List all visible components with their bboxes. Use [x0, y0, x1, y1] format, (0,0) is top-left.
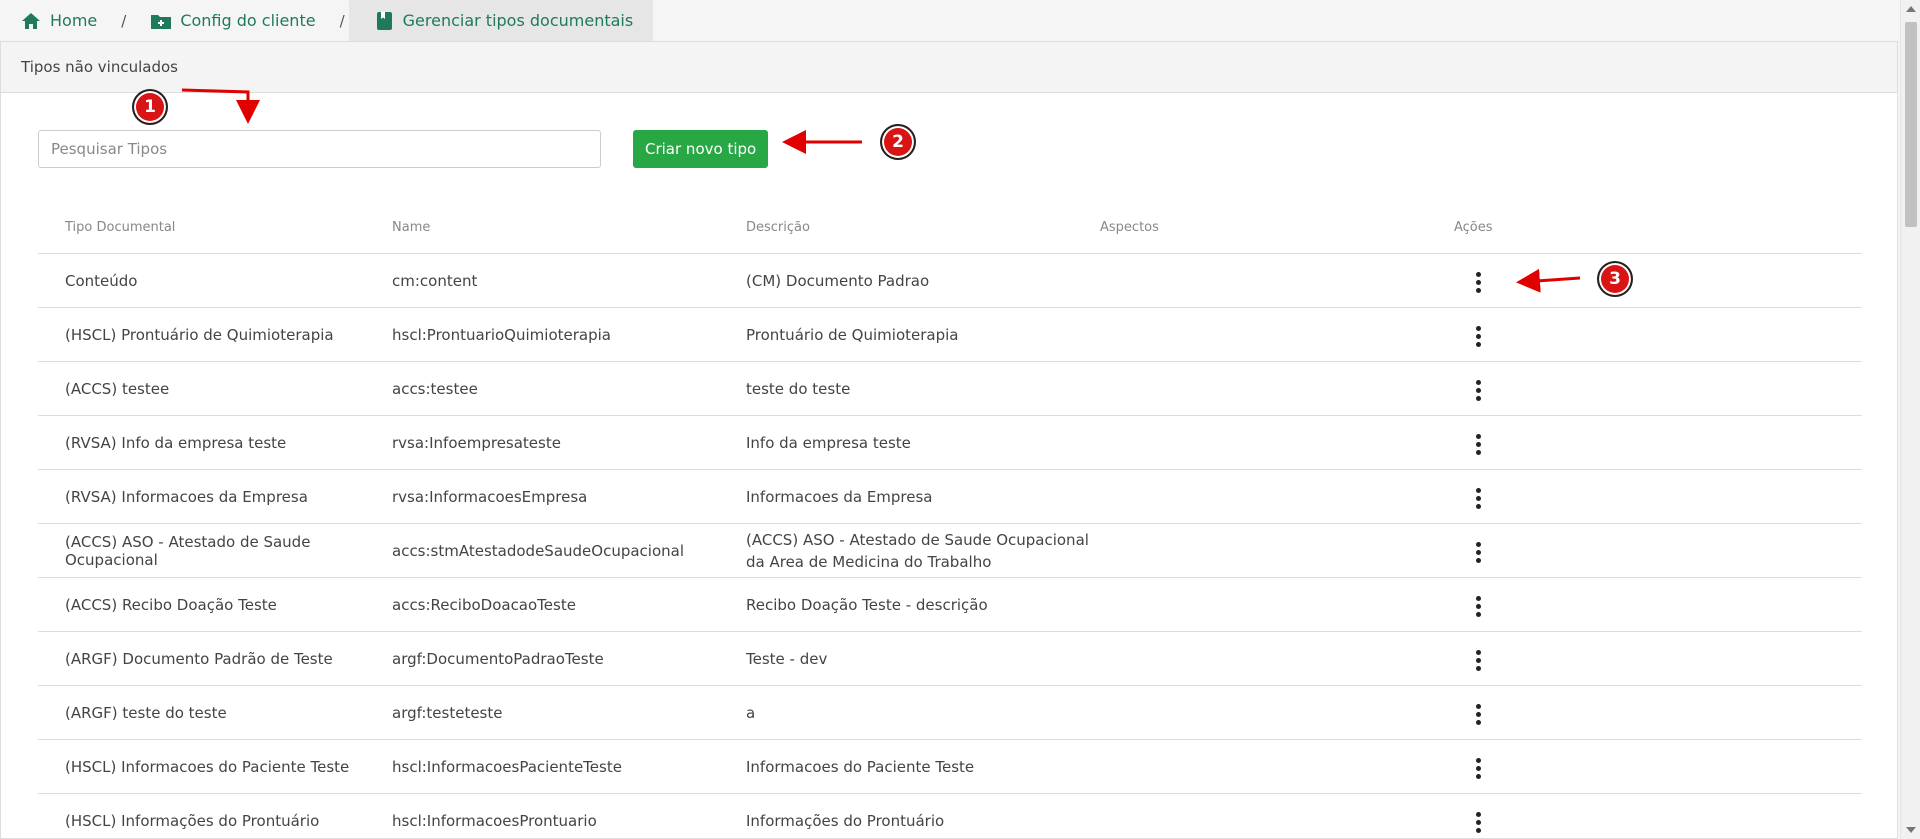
cell-name: argf:testeteste: [392, 703, 503, 722]
cell-descricao: Informações do Prontuário: [746, 811, 945, 830]
table-row: (ACCS) ASO - Atestado de Saude Ocupacion…: [38, 524, 1862, 578]
cell-tipo: Conteúdo: [65, 271, 138, 290]
cell-descricao: a: [746, 703, 756, 722]
unlinked-types-panel: Tipos não vinculados Criar novo tipo Tip…: [0, 41, 1898, 839]
cell-descricao: Info da empresa teste: [746, 433, 911, 452]
more-vertical-icon[interactable]: [1463, 808, 1493, 838]
cell-acoes: [1454, 479, 1614, 514]
header-acoes: Ações: [1454, 220, 1493, 235]
breadcrumb-manage-types-label: Gerenciar tipos documentais: [402, 11, 634, 30]
cell-tipo: (RVSA) Informacoes da Empresa: [65, 487, 308, 506]
page: Home / Config do cliente / Gerenciar tip…: [0, 0, 1920, 839]
types-table: Tipo Documental Name Descrição Aspectos …: [38, 202, 1862, 839]
annotation-badge-3: 3: [1597, 261, 1633, 297]
header-name: Name: [392, 220, 431, 235]
breadcrumb-separator: /: [121, 11, 127, 30]
table-body: Conteúdo cm:content (CM) Documento Padrao (…: [38, 254, 1862, 839]
cell-tipo: (HSCL) Informações do Prontuário: [65, 811, 320, 830]
cell-name: accs:stmAtestadodeSaudeOcupacional: [392, 541, 685, 560]
annotation-badge-2: 2: [880, 124, 916, 160]
cell-descricao: teste do teste: [746, 379, 851, 398]
cell-acoes: [1454, 371, 1614, 406]
cell-acoes: [1454, 803, 1614, 838]
table-row: (RVSA) Informacoes da Empresa rvsa:Inform…: [38, 470, 1862, 524]
breadcrumb-manage-types[interactable]: Gerenciar tipos documentais: [348, 0, 654, 41]
table-row: (ACCS) Recibo Doação Teste accs:ReciboDoa…: [38, 578, 1862, 632]
more-vertical-icon[interactable]: [1463, 484, 1493, 514]
table-row: (HSCL) Prontuário de Quimioterapia hscl:P…: [38, 308, 1862, 362]
table-row: (RVSA) Info da empresa teste rvsa:Infoemp…: [38, 416, 1862, 470]
book-icon: [373, 10, 395, 32]
cell-descricao: Informacoes do Paciente Teste: [746, 757, 975, 776]
cell-descricao: Prontuário de Quimioterapia: [746, 325, 959, 344]
cell-name: accs:ReciboDoacaoTeste: [392, 595, 576, 614]
table-header: Tipo Documental Name Descrição Aspectos …: [38, 202, 1862, 254]
cell-descricao: Recibo Doação Teste - descrição: [746, 595, 988, 614]
breadcrumb-home[interactable]: Home: [0, 0, 117, 41]
folder-plus-icon: [150, 10, 172, 32]
cell-descricao: Informacoes da Empresa: [746, 487, 933, 506]
cell-name: argf:DocumentoPadraoTeste: [392, 649, 604, 668]
home-icon: [20, 10, 42, 32]
breadcrumb-client-config-label: Config do cliente: [180, 11, 316, 30]
cell-name: hscl:ProntuarioQuimioterapia: [392, 325, 611, 344]
cell-name: rvsa:Infoempresateste: [392, 433, 561, 452]
scroll-down-icon[interactable]: [1906, 827, 1916, 833]
more-vertical-icon[interactable]: [1463, 754, 1493, 784]
more-vertical-icon[interactable]: [1463, 592, 1493, 622]
cell-acoes: [1454, 749, 1614, 784]
more-vertical-icon[interactable]: [1463, 376, 1493, 406]
table-row: (ACCS) testee accs:testee teste do teste: [38, 362, 1862, 416]
more-vertical-icon[interactable]: [1463, 538, 1493, 568]
cell-name: hscl:InformacoesProntuario: [392, 811, 597, 830]
header-descricao: Descrição: [746, 219, 810, 235]
cell-acoes: [1454, 263, 1614, 298]
cell-tipo: (ACCS) Recibo Doação Teste: [65, 595, 277, 614]
cell-acoes: [1454, 641, 1614, 676]
table-row: (ARGF) teste do teste argf:testeteste a: [38, 686, 1862, 740]
cell-name: rvsa:InformacoesEmpresa: [392, 487, 588, 506]
more-vertical-icon[interactable]: [1463, 268, 1493, 298]
scroll-up-icon[interactable]: [1906, 6, 1916, 12]
header-aspectos: Aspectos: [1100, 220, 1159, 235]
scroll-thumb[interactable]: [1905, 22, 1917, 227]
breadcrumb-separator: /: [339, 11, 345, 30]
table-row: (HSCL) Informações do Prontuário hscl:Inf…: [38, 794, 1862, 839]
table-row: (ARGF) Documento Padrão de Teste argf:Doc…: [38, 632, 1862, 686]
cell-descricao: (ACCS) ASO - Atestado de Saude Ocupacion…: [746, 530, 1089, 571]
cell-tipo: (ARGF) Documento Padrão de Teste: [65, 649, 333, 668]
cell-descricao: (CM) Documento Padrao: [746, 271, 930, 290]
more-vertical-icon[interactable]: [1463, 322, 1493, 352]
more-vertical-icon[interactable]: [1463, 646, 1493, 676]
more-vertical-icon[interactable]: [1463, 430, 1493, 460]
cell-acoes: [1454, 425, 1614, 460]
cell-tipo: (HSCL) Informacoes do Paciente Teste: [65, 757, 350, 776]
cell-acoes: [1454, 317, 1614, 352]
cell-name: cm:content: [392, 271, 478, 290]
table-row: Conteúdo cm:content (CM) Documento Padrao: [38, 254, 1862, 308]
breadcrumb-client-config[interactable]: Config do cliente: [130, 0, 335, 41]
breadcrumb-home-label: Home: [50, 11, 98, 30]
cell-tipo: (HSCL) Prontuário de Quimioterapia: [65, 325, 334, 344]
cell-name: hscl:InformacoesPacienteTeste: [392, 757, 622, 776]
cell-acoes: [1454, 695, 1614, 730]
panel-title: Tipos não vinculados: [1, 42, 1897, 93]
cell-tipo: (ACCS) ASO - Atestado de Saude Ocupacion…: [65, 532, 311, 569]
search-input[interactable]: [38, 130, 601, 168]
cell-tipo: (ARGF) teste do teste: [65, 703, 227, 722]
annotation-badge-1: 1: [132, 89, 168, 125]
cell-name: accs:testee: [392, 379, 478, 398]
breadcrumb: Home / Config do cliente / Gerenciar tip…: [0, 0, 1898, 41]
toolbar: Criar novo tipo: [38, 130, 769, 168]
cell-acoes: [1454, 587, 1614, 622]
cell-descricao: Teste - dev: [746, 649, 828, 668]
cell-tipo: (ACCS) testee: [65, 379, 170, 398]
cell-tipo: (RVSA) Info da empresa teste: [65, 433, 287, 452]
scrollbar[interactable]: [1900, 0, 1920, 839]
create-type-button[interactable]: Criar novo tipo: [633, 130, 769, 168]
table-row: (HSCL) Informacoes do Paciente Teste hscl…: [38, 740, 1862, 794]
cell-acoes: [1454, 533, 1614, 568]
header-tipo: Tipo Documental: [65, 220, 176, 235]
more-vertical-icon[interactable]: [1463, 700, 1493, 730]
